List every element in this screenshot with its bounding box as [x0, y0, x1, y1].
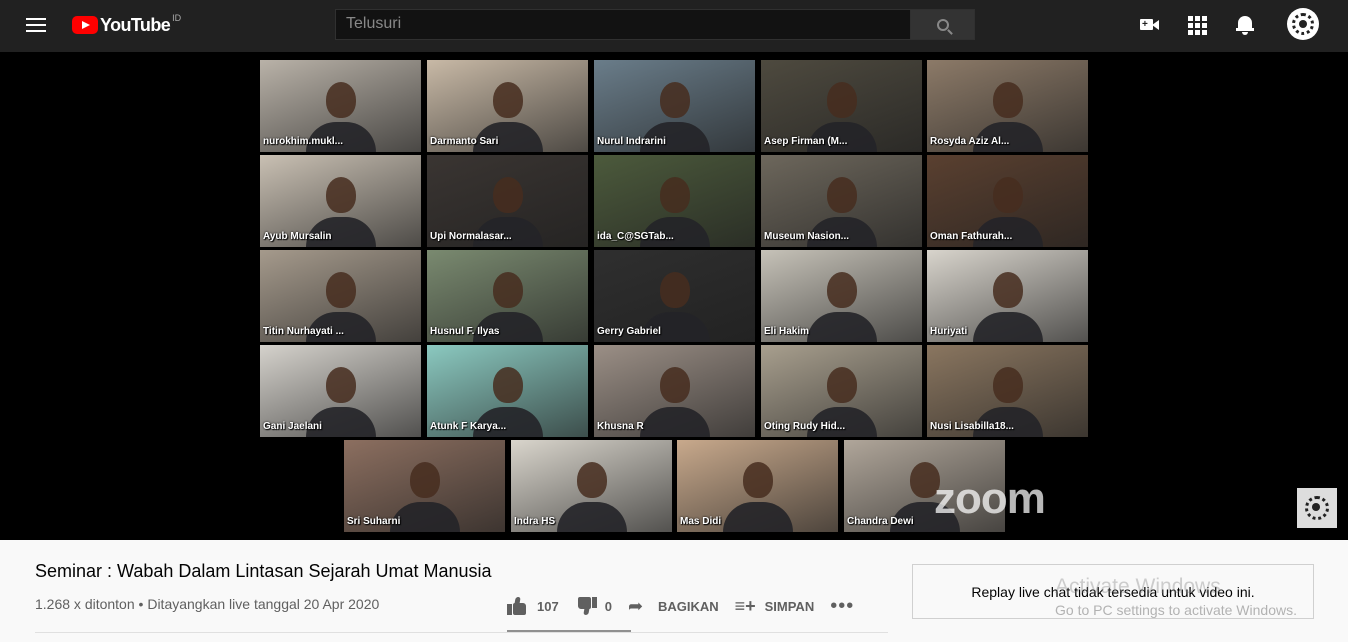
- save-label: SIMPAN: [764, 598, 815, 614]
- save-button[interactable]: ≡+ SIMPAN: [735, 596, 815, 616]
- participant-name: Khusna R: [597, 421, 644, 432]
- participant-name: nurokhim.mukl...: [263, 136, 344, 147]
- participant-name: Chandra Dewi: [847, 516, 914, 527]
- participant-tile: Oman Fathurah...: [927, 155, 1088, 247]
- participant-tile: Nurul Indrarini: [594, 60, 755, 152]
- search-input[interactable]: Telusuri: [335, 9, 911, 40]
- stream-date: Ditayangkan live tanggal 20 Apr 2020: [147, 596, 380, 612]
- participant-tile: Mas Didi: [677, 440, 838, 532]
- windows-activation-subtitle: Go to PC settings to activate Windows.: [1055, 602, 1297, 618]
- thumbs-down-icon: [575, 596, 597, 616]
- participant-tile: Rosyda Aziz Al...: [927, 60, 1088, 152]
- dislike-button[interactable]: 0: [575, 596, 612, 616]
- participant-tile: Indra HS: [511, 440, 672, 532]
- account-avatar[interactable]: [1287, 8, 1319, 40]
- participant-tile: Upi Normalasar...: [427, 155, 588, 247]
- participant-tile: Oting Rudy Hid...: [761, 345, 922, 437]
- view-count: 1.268 x ditonton: [35, 596, 135, 612]
- participant-tile: Asep Firman (M...: [761, 60, 922, 152]
- video-title: Seminar : Wabah Dalam Lintasan Sejarah U…: [35, 561, 492, 581]
- add-to-playlist-icon: ≡+: [734, 596, 756, 616]
- participant-tile: Gerry Gabriel: [594, 250, 755, 342]
- apps-grid-icon[interactable]: [1186, 14, 1208, 36]
- participant-name: Gani Jaelani: [263, 421, 322, 432]
- more-actions-button[interactable]: •••: [830, 595, 854, 618]
- participant-name: Oman Fathurah...: [930, 231, 1013, 242]
- participant-tile: Titin Nurhayati ...: [260, 250, 421, 342]
- participant-name: Eli Hakim: [764, 326, 810, 337]
- windows-activation-title: Activate Windows: [1055, 575, 1221, 598]
- participant-name: Titin Nurhayati ...: [263, 326, 344, 337]
- participant-tile: Ayub Mursalin: [260, 155, 421, 247]
- participant-name: Huriyati: [930, 326, 968, 337]
- video-meta: 1.268 x ditonton • Ditayangkan live tang…: [35, 596, 379, 612]
- logo-text: YouTube: [100, 14, 171, 35]
- participant-tile: ida_C@SGTab...: [594, 155, 755, 247]
- participant-name: Mas Didi: [680, 516, 722, 527]
- menu-icon[interactable]: [24, 15, 48, 35]
- participant-tile: Nusi Lisabilla18...: [927, 345, 1088, 437]
- dislike-count: 0: [604, 598, 612, 614]
- participant-name: Ayub Mursalin: [263, 231, 332, 242]
- meta-separator: •: [138, 596, 144, 612]
- participant-tile: Sri Suharni: [344, 440, 505, 532]
- participant-name: Upi Normalasar...: [430, 231, 512, 242]
- thumbs-up-icon: [507, 596, 529, 616]
- participant-name: Nurul Indrarini: [597, 136, 666, 147]
- share-button[interactable]: ➦ BAGIKAN: [628, 596, 719, 616]
- participant-name: Gerry Gabriel: [597, 326, 661, 337]
- country-code: ID: [172, 13, 182, 23]
- participant-name: Nusi Lisabilla18...: [930, 421, 1014, 432]
- participant-name: Asep Firman (M...: [764, 136, 848, 147]
- video-player[interactable]: Chandra Dewi Mas Didi Indra HS Sri Suharni N…: [0, 52, 1348, 540]
- like-count: 107: [537, 598, 559, 614]
- participant-tile: Museum Nasion...: [761, 155, 922, 247]
- participant-tile: Gani Jaelani: [260, 345, 421, 437]
- divider: [35, 632, 888, 633]
- participant-name: Indra HS: [514, 516, 556, 527]
- participant-name: Atunk F Karya...: [430, 421, 507, 432]
- participant-name: Museum Nasion...: [764, 231, 850, 242]
- participant-name: ida_C@SGTab...: [597, 231, 674, 242]
- share-label: BAGIKAN: [657, 598, 719, 614]
- video-actions: 107 0 ➦ BAGIKAN ≡+ SIMPAN •••: [507, 590, 854, 622]
- channel-watermark[interactable]: [1297, 488, 1337, 528]
- participant-name: Sri Suharni: [347, 516, 401, 527]
- participant-tile: Eli Hakim: [761, 250, 922, 342]
- zoom-watermark: zoom: [934, 474, 1046, 523]
- participant-tile: Khusna R: [594, 345, 755, 437]
- masthead: YouTube ID Telusuri +: [0, 0, 1348, 52]
- participant-name: Darmanto Sari: [430, 136, 499, 147]
- participant-tile: nurokhim.mukl...: [260, 60, 421, 152]
- search-button[interactable]: [910, 9, 975, 40]
- create-video-icon[interactable]: +: [1138, 14, 1160, 36]
- share-icon: ➦: [627, 596, 644, 616]
- participant-name: Husnul F. Ilyas: [430, 326, 500, 337]
- participant-tile: Atunk F Karya...: [427, 345, 588, 437]
- notifications-bell-icon[interactable]: [1234, 14, 1256, 36]
- participant-tile: Darmanto Sari: [427, 60, 588, 152]
- participant-tile: Husnul F. Ilyas: [427, 250, 588, 342]
- participant-name: Rosyda Aziz Al...: [930, 136, 1010, 147]
- like-button[interactable]: 107: [507, 596, 559, 616]
- participant-tile: Huriyati: [927, 250, 1088, 342]
- participant-name: Oting Rudy Hid...: [764, 421, 846, 432]
- youtube-logo[interactable]: YouTube ID: [72, 13, 181, 37]
- youtube-play-icon: [72, 16, 98, 34]
- search-icon: [936, 18, 949, 31]
